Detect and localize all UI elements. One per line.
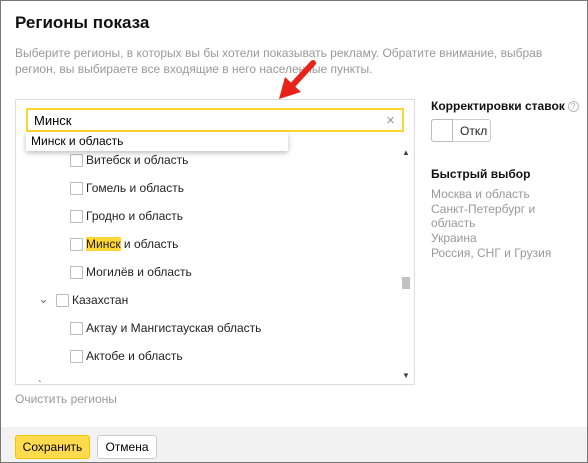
quick-select-moscow[interactable]: Москва и область xyxy=(431,187,581,201)
region-checkbox[interactable] xyxy=(70,322,83,335)
region-checkbox[interactable] xyxy=(70,154,83,167)
region-checkbox[interactable] xyxy=(70,210,83,223)
red-arrow-annotation xyxy=(279,60,316,99)
region-checkbox[interactable] xyxy=(56,294,69,307)
search-suggestion[interactable]: Минск и область xyxy=(26,132,288,151)
scroll-thumb[interactable] xyxy=(402,277,410,289)
chevron-right-icon[interactable]: › xyxy=(38,375,42,382)
region-label-rest: и область xyxy=(120,237,179,251)
quick-select-spb[interactable]: Санкт-Петербург и область xyxy=(431,202,581,230)
region-checkbox[interactable] xyxy=(70,182,83,195)
bid-adjustments-label: Корректировки ставок xyxy=(431,99,565,113)
quick-select-heading: Быстрый выбор xyxy=(431,167,531,181)
cancel-button[interactable]: Отмена xyxy=(97,435,157,459)
help-icon[interactable]: ? xyxy=(567,101,579,112)
region-label: Могилёв и область xyxy=(86,265,192,279)
quick-select-list: Москва и область Санкт-Петербург и облас… xyxy=(431,187,581,261)
quick-select-russia-cis[interactable]: Россия, СНГ и Грузия xyxy=(431,246,581,260)
regions-dialog: Регионы показа Выберите регионы, в котор… xyxy=(0,0,588,463)
region-search-input[interactable] xyxy=(34,113,374,128)
region-checkbox[interactable] xyxy=(70,350,83,363)
scroll-down-icon[interactable]: ▼ xyxy=(402,371,410,380)
region-checkbox[interactable] xyxy=(70,266,83,279)
region-label: Витебск и область xyxy=(86,153,189,167)
toggle-label: Откл xyxy=(460,124,488,138)
dialog-footer: Сохранить Отмена xyxy=(1,427,587,462)
region-label: Казахстан xyxy=(72,293,129,307)
suggestion-label: Минск и область xyxy=(31,134,124,148)
quick-select-ukraine[interactable]: Украина xyxy=(431,231,581,245)
dialog-title: Регионы показа xyxy=(15,13,150,32)
region-label: Актау и Мангистауская область xyxy=(86,321,262,335)
clear-regions-link[interactable]: Очистить регионы xyxy=(15,392,117,406)
region-label: Гомель и область xyxy=(86,181,184,195)
region-label: Актобе и область xyxy=(86,349,183,363)
clear-search-icon[interactable]: × xyxy=(386,112,395,130)
region-tree: Витебск и область Гомель и область Гродн… xyxy=(16,146,398,382)
chevron-down-icon[interactable]: ⌄ xyxy=(38,291,49,307)
toggle-knob xyxy=(431,119,453,142)
region-checkbox[interactable] xyxy=(70,238,83,251)
region-search-field[interactable]: × xyxy=(26,108,404,132)
region-label: Минск и область xyxy=(86,237,178,251)
regions-panel: × Минск и область Витебск и область Гоме… xyxy=(15,99,415,385)
right-panel: Корректировки ставок? Откл Быстрый выбор… xyxy=(431,99,581,260)
bid-adjustments-heading: Корректировки ставок? xyxy=(431,99,581,113)
tree-scrollbar[interactable]: ▲ ▼ xyxy=(400,146,412,382)
bid-adjustments-toggle[interactable]: Откл xyxy=(431,119,491,142)
search-match-highlight: Минск xyxy=(86,237,121,251)
region-label: Гродно и область xyxy=(86,209,184,223)
save-button[interactable]: Сохранить xyxy=(15,435,90,459)
scroll-up-icon[interactable]: ▲ xyxy=(402,148,410,157)
